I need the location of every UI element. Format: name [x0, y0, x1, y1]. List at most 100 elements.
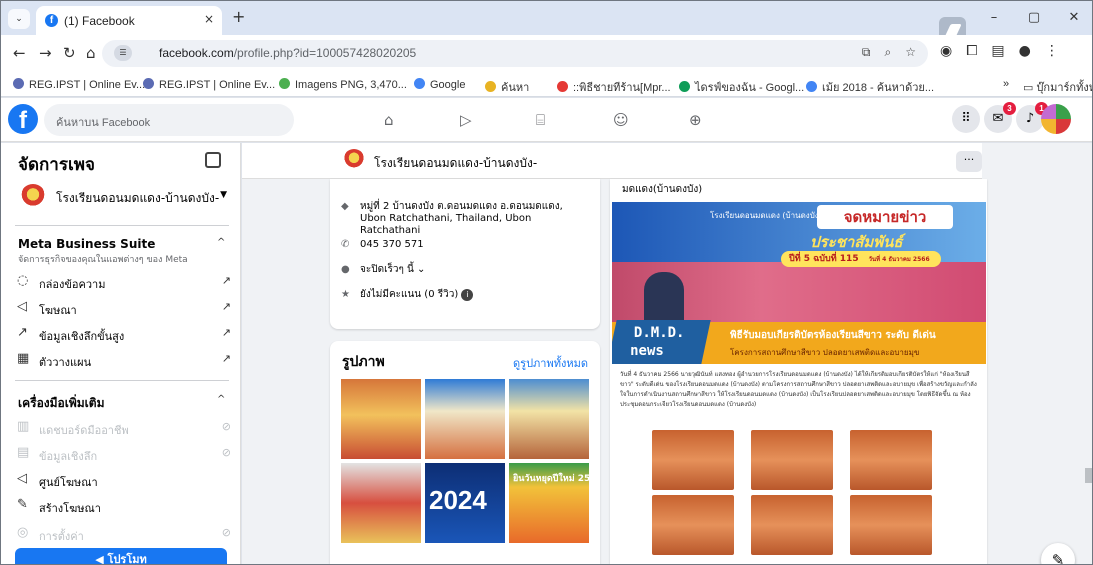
page-switcher[interactable]: โรงเรียนดอนมดแดง-บ้านดงบัง- ▼	[14, 180, 235, 216]
page-header-title: โรงเรียนดอนมดแดง-บ้านดงบัง-	[374, 156, 538, 170]
close-window-button[interactable]: ✕	[1054, 1, 1092, 35]
messenger-icon[interactable]: ✉ 3	[984, 102, 1016, 133]
site-info-icon[interactable]: ☰	[114, 45, 132, 61]
menu-grid-icon[interactable]: ⠿	[952, 105, 980, 133]
bookmark-item[interactable]: REG.IPST | Online Ev...	[143, 78, 275, 91]
marketplace-icon[interactable]: ⌸	[536, 111, 545, 129]
address-bar[interactable]: ☰ facebook.com/profile.php?id=1000574280…	[102, 40, 928, 67]
promote-button[interactable]: ◀ โปรโมท	[15, 548, 227, 564]
bookmark-item[interactable]: ไดรฟ์ของฉัน - Googl...	[679, 78, 804, 96]
browser-menu-icon[interactable]: ⋮	[1045, 43, 1059, 59]
page-scrollbar[interactable]	[1084, 143, 1092, 564]
dmd-news-logo: D.M.D. news	[612, 320, 711, 364]
bookmark-star-icon[interactable]: ☆	[905, 45, 916, 60]
home-icon[interactable]: ⌂	[384, 111, 394, 129]
dashboard-icon: ▥	[17, 419, 30, 434]
phone-row: ✆ 045 370 571	[341, 239, 424, 250]
external-link-icon: ↗	[221, 326, 231, 339]
chevron-down-icon: ▼	[220, 190, 227, 200]
reload-icon[interactable]: ↻	[63, 44, 76, 62]
url-text: facebook.com/profile.php?id=100057428020…	[159, 46, 417, 60]
photo-thumbnail[interactable]: ยินวันหยุดปีใหม่ 25	[509, 463, 589, 543]
post-caption: มดแดง(บ้านดงบัง)	[622, 184, 703, 195]
phone-icon: ✆	[341, 239, 350, 250]
mbs-title: Meta Business Suite	[18, 237, 156, 251]
photo-thumbnail[interactable]	[341, 379, 421, 459]
sidebar-item-create-ad[interactable]: ✎ สร้างโฆษณา	[17, 495, 231, 519]
back-icon[interactable]: ←	[13, 44, 26, 62]
zoom-icon[interactable]: ⌕	[885, 45, 892, 60]
groups-icon[interactable]: ☺	[613, 111, 629, 129]
photo-thumbnail[interactable]	[509, 379, 589, 459]
sidebar-item-page-insights[interactable]: ▤ ข้อมูลเชิงลึก ⊘	[17, 443, 231, 467]
video-icon[interactable]: ▷	[460, 111, 472, 129]
extensions-puzzle-icon[interactable]: ⧠	[966, 43, 977, 59]
bookmark-item[interactable]: ::พิธีชายทีร้าน[Mpr...	[557, 78, 671, 96]
forward-icon[interactable]: →	[39, 44, 52, 62]
news-headline: พิธีรับมอบเกียรติบัตรห้องเรียนสีขาว ระดั…	[730, 330, 936, 341]
photos-title: รูปภาพ	[342, 354, 385, 370]
sidebar-item-planner[interactable]: ▦ ตัววางแผน ↗	[17, 349, 231, 373]
sidebar-item-dashboard[interactable]: ▥ แดชบอร์ดมืออาชีพ ⊘	[17, 417, 231, 441]
external-link-icon: ↗	[221, 352, 231, 365]
new-tab-button[interactable]: +	[232, 7, 245, 26]
bookmark-item[interactable]: Imagens PNG, 3,470...	[279, 78, 407, 91]
rating-row: ★ ยังไม่มีคะแนน (0 รีวิว) i	[341, 289, 474, 301]
sidebar-item-insights[interactable]: ↗ ข้อมูลเชิงลึกขั้นสูง ↗	[17, 323, 231, 347]
notifications-icon[interactable]: ♪ 1	[1016, 102, 1048, 133]
news-header-photo	[612, 262, 986, 324]
photo-thumbnail[interactable]	[341, 463, 421, 543]
tab-strip: ⌄ f (1) Facebook × + – ▢ ✕	[1, 1, 1092, 47]
bookmark-item[interactable]: Google	[414, 78, 465, 91]
window-controls: – ▢ ✕	[974, 1, 1092, 35]
browser-toolbar: ← → ↻ ⌂ ☰ facebook.com/profile.php?id=10…	[1, 35, 1092, 71]
photo-thumbnail[interactable]: 2024	[425, 463, 505, 543]
tab-facebook[interactable]: f (1) Facebook ×	[36, 6, 222, 35]
ad-center-icon: ◁	[17, 471, 27, 486]
extension-icon[interactable]: ◉	[940, 43, 952, 59]
facebook-favicon-icon: f	[45, 14, 58, 27]
facebook-search-input[interactable]: ค้นหาบน Facebook	[44, 104, 294, 136]
sidebar-item-ad-center[interactable]: ◁ ศูนย์โฆษณา	[17, 469, 231, 493]
see-all-photos-link[interactable]: ดูรูปภาพทั้งหมด	[513, 354, 588, 372]
bookmark-item[interactable]: ค้นหา	[485, 78, 529, 96]
messenger-badge: 3	[1003, 102, 1016, 115]
minimize-button[interactable]: –	[974, 1, 1014, 35]
bookmark-item[interactable]: REG.IPST | Online Ev...	[13, 78, 145, 91]
newsletter-post: มดแดง(บ้านดงบัง) โรงเรียนดอนมดแดง (บ้านด…	[610, 179, 987, 564]
bookmarks-overflow-button[interactable]: »	[1003, 78, 1009, 90]
clock-icon: ●	[341, 264, 350, 275]
sidebar-item-inbox[interactable]: ◌ กล่องข้อความ ↗	[17, 271, 231, 295]
more-options-button[interactable]: ···	[956, 151, 982, 172]
address-row: ◆ หมู่ที่ 2 บ้านดงบัง ต.ดอนมดแดง อ.ดอนมดแ…	[341, 201, 563, 236]
photo-thumbnail[interactable]	[425, 379, 505, 459]
compose-message-button[interactable]: ✎	[1041, 543, 1075, 564]
side-panel-icon[interactable]: ▤	[991, 43, 1004, 59]
account-avatar[interactable]	[1041, 104, 1071, 134]
news-issue: ปีที่ 5 ฉบับที่ 115 วันที่ 4 ธันวาคม 2566	[781, 251, 941, 267]
cast-icon[interactable]: ⧉	[862, 45, 871, 60]
panel-title: จัดการเพจ	[18, 155, 95, 175]
gaming-icon[interactable]: ⊕	[689, 111, 702, 129]
hours-row[interactable]: ● จะปิดเร็วๆ นี้ ⌄	[341, 264, 425, 276]
collapse-panel-icon[interactable]	[205, 152, 221, 168]
all-bookmarks-button[interactable]: ▭ บุ๊กมาร์กทั้งหมด	[1023, 78, 1092, 96]
tools-title: เครื่องมือเพิ่มเติม	[18, 396, 105, 410]
newsletter-image[interactable]: โรงเรียนดอนมดแดง (บ้านดงบัง) จดหมายข่าว …	[612, 202, 986, 564]
home-icon[interactable]: ⌂	[86, 44, 96, 62]
collapse-mbs-icon[interactable]: ^	[217, 237, 225, 248]
mbs-subtitle: จัดการธุรกิจของคุณในแอพต่างๆ ของ Meta	[18, 255, 188, 265]
tab-search-button[interactable]: ⌄	[8, 9, 30, 29]
bookmark-item[interactable]: เม้ย 2018 - ค้นหาด้วย...	[806, 78, 934, 96]
browser-window: ⌄ f (1) Facebook × + – ▢ ✕ ← → ↻ ⌂ ☰ fac…	[0, 0, 1093, 565]
sidebar-item-ads[interactable]: ◁ โฆษณา ↗	[17, 297, 231, 321]
search-placeholder: ค้นหาบน Facebook	[56, 117, 151, 129]
pencil-icon: ✎	[17, 497, 28, 512]
maximize-button[interactable]: ▢	[1014, 1, 1054, 35]
collapse-tools-icon[interactable]: ^	[217, 394, 225, 405]
sidebar-item-settings[interactable]: ◎ การตั้งค่า ⊘	[17, 523, 231, 547]
facebook-navbar: f ค้นหาบน Facebook ⌂ ▷ ⌸ ☺ ⊕ ⠿ ✉ 3 ♪ 1	[1, 98, 1092, 142]
profile-avatar-icon[interactable]: ●	[1019, 43, 1031, 59]
tab-close-button[interactable]: ×	[204, 12, 214, 26]
facebook-logo-icon[interactable]: f	[8, 104, 38, 134]
